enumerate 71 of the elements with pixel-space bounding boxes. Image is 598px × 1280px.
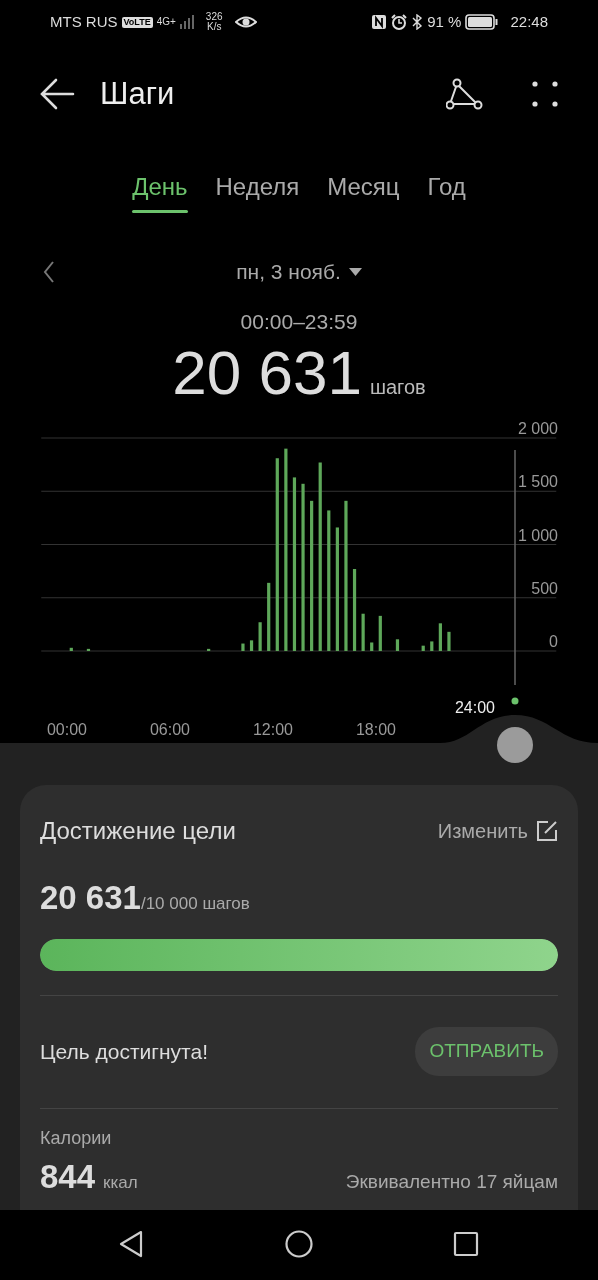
network-speed: 326 K/s [205,11,223,33]
chart-bar [207,648,211,651]
chart-bar [258,622,262,651]
x-axis-label: 06:00 [150,721,190,738]
nodes-icon [446,78,484,110]
date-picker[interactable]: пн, 3 нояб. [230,254,368,289]
step-total: 20 631 [172,342,362,404]
goal-status: Цель достигнута! [40,1038,208,1065]
eye-icon [234,14,257,30]
y-axis-label: 0 [549,633,558,650]
goal-target: /10 000 шагов [140,894,250,915]
battery-percent: 91 % [427,11,462,32]
page-title: Шаги [100,74,176,113]
calories-unit: ккал [103,1171,138,1194]
x-axis-label: 18:00 [356,721,396,738]
y-axis-label: 2 000 [517,420,558,437]
volte-badge: VoLTE [121,16,153,28]
calories-label: Калории [40,1126,113,1150]
clock-time: 22:48 [510,11,548,32]
caret-icon [348,267,362,276]
edit-icon [536,820,558,842]
chart-bar [378,615,382,651]
cursor-time: 24:00 [455,699,495,716]
period-tab[interactable]: День [132,165,188,213]
period-tab[interactable]: Неделя [215,165,300,213]
send-button[interactable]: ОТПРАВИТЬ [415,1027,558,1076]
back-arrow-icon [40,77,76,111]
nfc-icon [371,14,388,30]
chart-bar [421,645,425,651]
network-type: 4G+ [156,16,176,28]
bluetooth-icon [411,14,424,30]
chart-bar [86,648,91,651]
chart-bar [69,647,73,651]
chart-bar [241,643,245,651]
y-axis-label: 500 [531,579,558,597]
more-button[interactable] [532,81,558,107]
step-unit: шагов [369,375,426,400]
cursor-dot [511,697,519,705]
date-label: пн, 3 нояб. [236,258,341,285]
chart-bar [447,631,451,651]
previous-button[interactable] [42,259,56,284]
back-button[interactable] [40,77,76,111]
battery-icon [465,14,499,30]
x-axis-label: 00:00 [47,721,87,738]
chart-bar [395,639,400,651]
y-axis-label: 1 500 [517,473,558,491]
chevron-left-icon [42,259,56,284]
slider-handle[interactable] [497,727,533,763]
chart-bar [438,623,442,651]
signal-icon [179,15,194,29]
x-axis-label: 12:00 [253,721,293,738]
chart-bar [249,640,254,651]
chart-bar [267,582,271,651]
calories-value: 844 [40,1156,96,1197]
chart-bar [370,642,374,651]
chart-bar [361,613,365,651]
goal-steps: 20 631 [40,873,141,923]
route-button[interactable] [446,78,484,110]
carrier-name: MTS RUS [50,11,118,32]
period-tab[interactable]: Год [427,165,466,213]
edit-button[interactable]: Изменить [437,816,558,846]
y-axis-label: 1 000 [517,526,558,544]
period-tab[interactable]: Месяц [327,165,400,213]
card-title: Достижение цели [40,816,236,846]
calories-equivalent: Эквивалентно 17 яйцам [345,1169,558,1194]
time-range: 00:00–23:59 [240,309,358,336]
alarm-icon [391,14,408,30]
more-icon [532,81,558,107]
chart-bar [430,641,434,651]
circle-icon [284,1229,314,1259]
home-nav-button[interactable] [284,1229,314,1259]
